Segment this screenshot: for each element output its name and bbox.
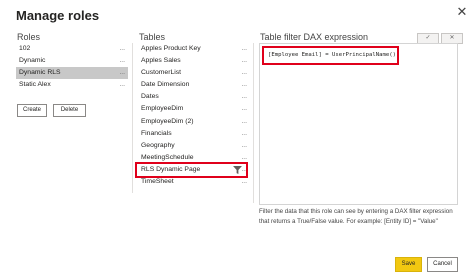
create-role-button[interactable]: Create	[17, 104, 47, 117]
table-item[interactable]: TimeSheet...	[138, 176, 250, 188]
more-options-icon[interactable]: ...	[241, 91, 247, 103]
role-item-label: Static Alex	[19, 81, 51, 89]
more-options-icon[interactable]: ...	[241, 128, 247, 140]
table-item[interactable]: EmployeeDim...	[138, 103, 250, 115]
role-item[interactable]: Dynamic...	[16, 55, 128, 67]
table-item[interactable]: Dates...	[138, 91, 250, 103]
more-options-icon[interactable]: ...	[241, 67, 247, 79]
table-item[interactable]: CustomerList...	[138, 67, 250, 79]
dialog-title: Manage roles	[16, 8, 100, 23]
table-item-label: MeetingSchedule	[141, 153, 194, 161]
role-item-label: Dynamic	[19, 57, 46, 65]
dax-editor[interactable]	[259, 43, 458, 205]
dax-highlight-box	[262, 46, 399, 65]
table-item[interactable]: Date Dimension...	[138, 79, 250, 91]
table-item-label: Financials	[141, 129, 172, 137]
delete-role-button[interactable]: Delete	[53, 104, 86, 117]
table-item-label: Dates	[141, 93, 159, 101]
more-options-icon[interactable]: ...	[119, 79, 125, 91]
close-icon[interactable]: ✕	[454, 4, 470, 20]
more-options-icon[interactable]: ...	[241, 176, 247, 188]
more-options-icon[interactable]: ...	[241, 43, 247, 55]
more-options-icon[interactable]: ...	[241, 55, 247, 67]
column-divider	[253, 43, 254, 203]
table-item[interactable]: Apples Sales...	[138, 55, 250, 67]
cancel-button[interactable]: Cancel	[427, 257, 458, 272]
table-item-label: TimeSheet	[141, 178, 174, 186]
more-options-icon[interactable]: ...	[241, 140, 247, 152]
table-item[interactable]: EmployeeDim (2)...	[138, 116, 250, 128]
table-item-label: Geography	[141, 141, 175, 149]
table-item-label: Date Dimension	[141, 81, 190, 89]
tables-header: Tables	[139, 32, 166, 42]
more-options-icon[interactable]: ...	[241, 116, 247, 128]
more-options-icon[interactable]: ...	[241, 103, 247, 115]
role-item-label: 102	[19, 45, 31, 52]
tables-list: Apples Product Key... Apples Sales... Cust…	[135, 43, 250, 188]
table-item-label: EmployeeDim	[141, 105, 184, 113]
role-item-label: Dynamic RLS	[19, 69, 61, 77]
more-options-icon[interactable]: ...	[119, 55, 125, 67]
roles-list: 102... Dynamic... Dynamic RLS... Static Ale…	[16, 43, 128, 91]
table-item-label: Apples Product Key	[141, 45, 201, 52]
table-item-label: EmployeeDim (2)	[141, 117, 194, 125]
dax-header: Table filter DAX expression	[260, 32, 369, 42]
column-divider	[132, 43, 133, 193]
role-item[interactable]: Dynamic RLS...	[16, 67, 128, 80]
role-item[interactable]: Static Alex...	[16, 79, 128, 91]
table-item[interactable]: Geography...	[138, 140, 250, 152]
table-item-label: Apples Sales	[141, 57, 181, 65]
table-item[interactable]: Apples Product Key...	[138, 43, 250, 55]
more-options-icon[interactable]: ...	[119, 43, 125, 55]
table-item[interactable]: Financials...	[138, 128, 250, 140]
help-text: Filter the data that this role can see b…	[259, 208, 453, 225]
save-button[interactable]: Save	[395, 257, 422, 272]
roles-header: Roles	[17, 32, 41, 42]
table-item-label: CustomerList	[141, 69, 182, 77]
role-item[interactable]: 102...	[16, 43, 128, 55]
more-options-icon[interactable]: ...	[119, 67, 125, 79]
more-options-icon[interactable]: ...	[241, 79, 247, 91]
